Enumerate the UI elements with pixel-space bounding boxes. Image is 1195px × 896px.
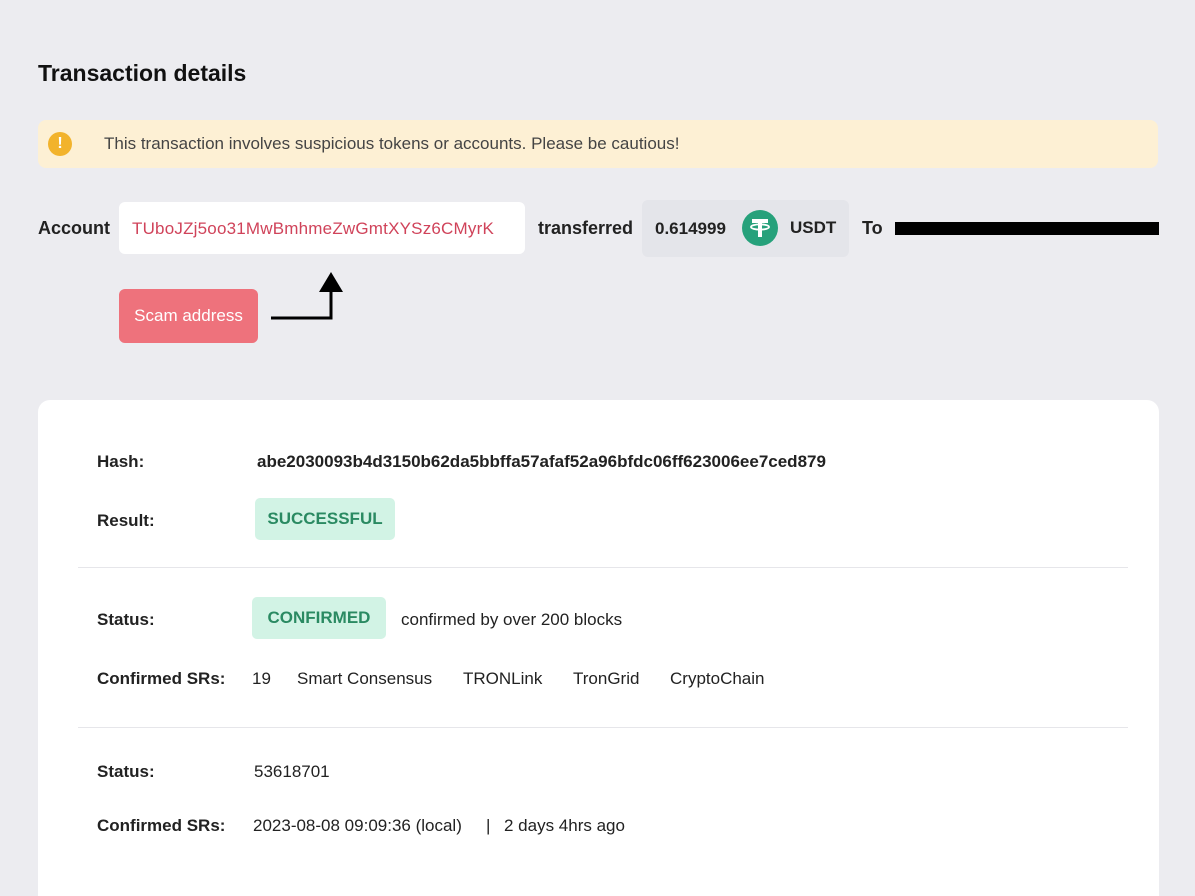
page-title: Transaction details [38,60,247,86]
hash-label: Hash: [97,452,145,471]
confirmed-srs-count: 19 [252,669,271,688]
account-address-box[interactable]: TUboJZj5oo31MwBmhmeZwGmtXYSz6CMyrK [119,202,525,254]
exclamation-icon: ! [48,132,72,156]
sr-item[interactable]: TRONLink [463,669,542,689]
confirmed-srs-label: Confirmed SRs: [97,669,226,688]
timestamp-value: 2023-08-08 09:09:36 (local) [253,816,462,835]
tether-icon[interactable] [742,210,778,246]
time-ago: 2 days 4hrs ago [504,816,625,835]
hash-value[interactable]: abe2030093b4d3150b62da5bbffa57afaf52a96b… [257,452,826,472]
redacted-recipient [895,222,1159,235]
sr-item[interactable]: TronGrid [573,669,639,689]
block-label: Status: [97,762,155,781]
warning-banner: ! This transaction involves suspicious t… [38,120,1158,168]
sr-item[interactable]: CryptoChain [670,669,765,689]
scam-address-tag: Scam address [119,289,258,343]
account-label: Account [38,218,110,238]
transaction-page: Transaction details ! This transaction i… [0,0,1195,896]
tether-icon-glyph [750,219,770,237]
status-badge: CONFIRMED [252,597,386,639]
block-value[interactable]: 53618701 [254,762,330,782]
transaction-details-card: Hash: abe2030093b4d3150b62da5bbffa57afaf… [38,400,1159,896]
sr-item[interactable]: Smart Consensus [297,669,432,689]
time-separator: | [486,816,491,835]
result-label: Result: [97,511,155,530]
time-label: Confirmed SRs: [97,816,226,835]
token-symbol-link[interactable]: USDT [790,218,836,238]
status-label: Status: [97,610,155,629]
warning-text: This transaction involves suspicious tok… [104,134,680,153]
bent-arrow-icon [271,272,343,320]
transfer-summary: Account TUboJZj5oo31MwBmhmeZwGmtXYSz6CMy… [38,200,1159,257]
account-address-link[interactable]: TUboJZj5oo31MwBmhmeZwGmtXYSz6CMyrK [132,219,494,239]
amount-value: 0.614999 [655,219,726,238]
result-badge: SUCCESSFUL [255,498,395,540]
transferred-label: transferred [538,218,634,238]
status-note: confirmed by over 200 blocks [401,610,623,629]
divider [78,727,1128,728]
to-label: To [862,218,883,238]
amount-box: 0.614999 USDT [642,200,849,257]
divider [78,567,1128,568]
